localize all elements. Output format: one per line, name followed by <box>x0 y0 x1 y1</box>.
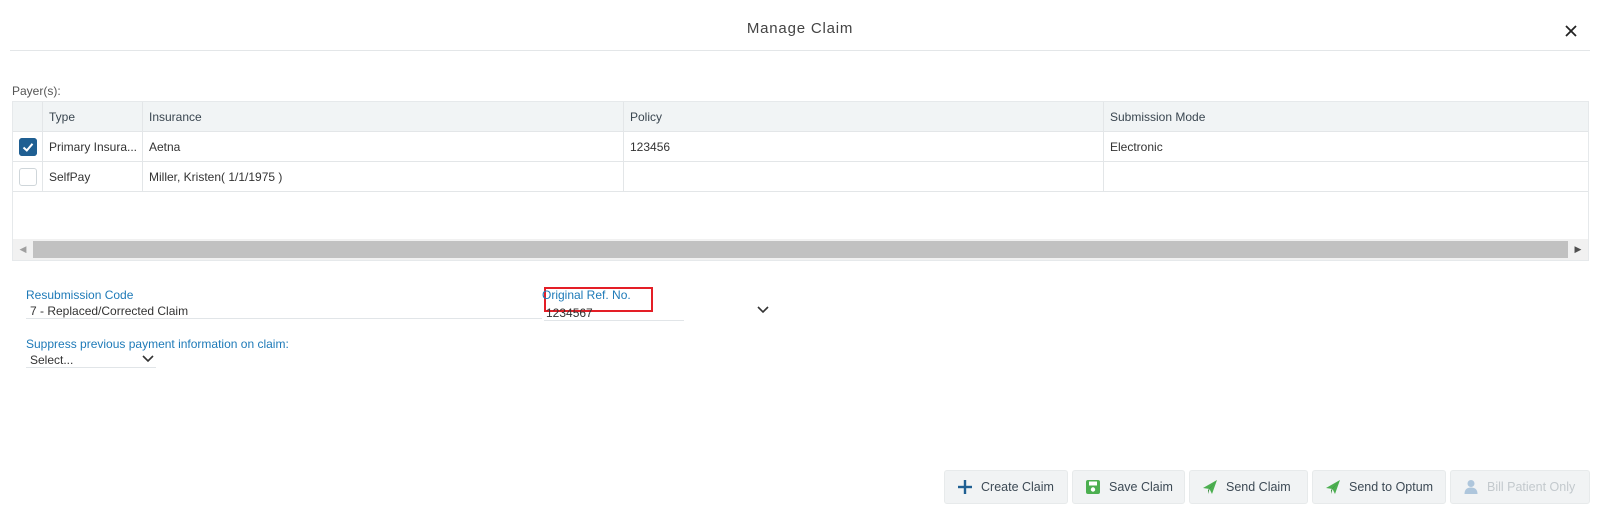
horizontal-scrollbar[interactable]: ◀ ▶ <box>13 239 1588 260</box>
save-icon <box>1086 480 1100 494</box>
row-check-cell <box>13 132 42 162</box>
insurance-cell: Miller, Kristen( 1/1/1975 ) <box>142 162 623 192</box>
column-header-insurance[interactable]: Insurance <box>142 102 623 132</box>
insurance-cell: Aetna <box>142 132 623 162</box>
payers-grid: Type Insurance Policy Submission Mode Pr… <box>12 101 1589 261</box>
scrollbar-thumb[interactable] <box>33 241 1568 258</box>
bill-patient-only-button[interactable]: Bill Patient Only <box>1450 470 1590 504</box>
save-claim-button[interactable]: Save Claim <box>1072 470 1185 504</box>
save-claim-label: Save Claim <box>1109 480 1173 494</box>
scroll-left-arrow-icon[interactable]: ◀ <box>13 239 33 260</box>
suppress-payment-underline <box>26 367 156 368</box>
dialog-title: Manage Claim <box>746 20 854 37</box>
payers-label: Payer(s): <box>12 84 61 98</box>
send-to-optum-label: Send to Optum <box>1349 480 1434 494</box>
original-ref-underline <box>544 320 684 321</box>
send-claim-button[interactable]: Send Claim <box>1189 470 1308 504</box>
resubmission-code-underline <box>26 318 542 319</box>
original-ref-label: Original Ref. No. <box>542 288 631 302</box>
row-check-cell <box>13 162 42 192</box>
policy-cell <box>623 162 1103 192</box>
type-cell: SelfPay <box>42 162 142 192</box>
dialog-header: Manage Claim <box>10 0 1590 51</box>
create-claim-button[interactable]: Create Claim <box>944 470 1068 504</box>
close-icon[interactable] <box>1560 20 1582 42</box>
resubmission-code-select[interactable]: 7 - Replaced/Corrected Claim <box>30 304 188 318</box>
header-check-column <box>13 102 42 132</box>
column-header-submission-mode[interactable]: Submission Mode <box>1103 102 1590 132</box>
resubmission-code-label: Resubmission Code <box>26 288 134 302</box>
checkbox-unchecked[interactable] <box>19 168 37 186</box>
table-row[interactable]: SelfPay Miller, Kristen( 1/1/1975 ) <box>13 162 1588 192</box>
submission-mode-cell <box>1103 162 1590 192</box>
send-icon <box>1326 480 1340 494</box>
scroll-right-arrow-icon[interactable]: ▶ <box>1568 239 1588 260</box>
grid-header: Type Insurance Policy Submission Mode <box>13 102 1588 132</box>
user-icon <box>1464 480 1478 494</box>
type-cell: Primary Insura... <box>42 132 142 162</box>
send-to-optum-button[interactable]: Send to Optum <box>1312 470 1446 504</box>
chevron-down-icon[interactable] <box>756 305 770 315</box>
policy-cell: 123456 <box>623 132 1103 162</box>
manage-claim-dialog: Manage Claim Payer(s): Type Insurance Po… <box>0 0 1600 512</box>
column-header-type[interactable]: Type <box>42 102 142 132</box>
bill-patient-only-label: Bill Patient Only <box>1487 480 1576 494</box>
plus-icon <box>958 480 972 494</box>
checkbox-checked[interactable] <box>19 138 37 156</box>
send-icon <box>1203 480 1217 494</box>
submission-mode-cell: Electronic <box>1103 132 1590 162</box>
column-header-policy[interactable]: Policy <box>623 102 1103 132</box>
send-claim-label: Send Claim <box>1226 480 1291 494</box>
table-row[interactable]: Primary Insura... Aetna 123456 Electroni… <box>13 132 1588 162</box>
suppress-payment-select[interactable]: Select... <box>30 353 73 367</box>
suppress-payment-label: Suppress previous payment information on… <box>26 337 289 351</box>
chevron-down-icon[interactable] <box>141 354 155 364</box>
original-ref-input[interactable]: 1234567 <box>546 306 593 320</box>
create-claim-label: Create Claim <box>981 480 1054 494</box>
